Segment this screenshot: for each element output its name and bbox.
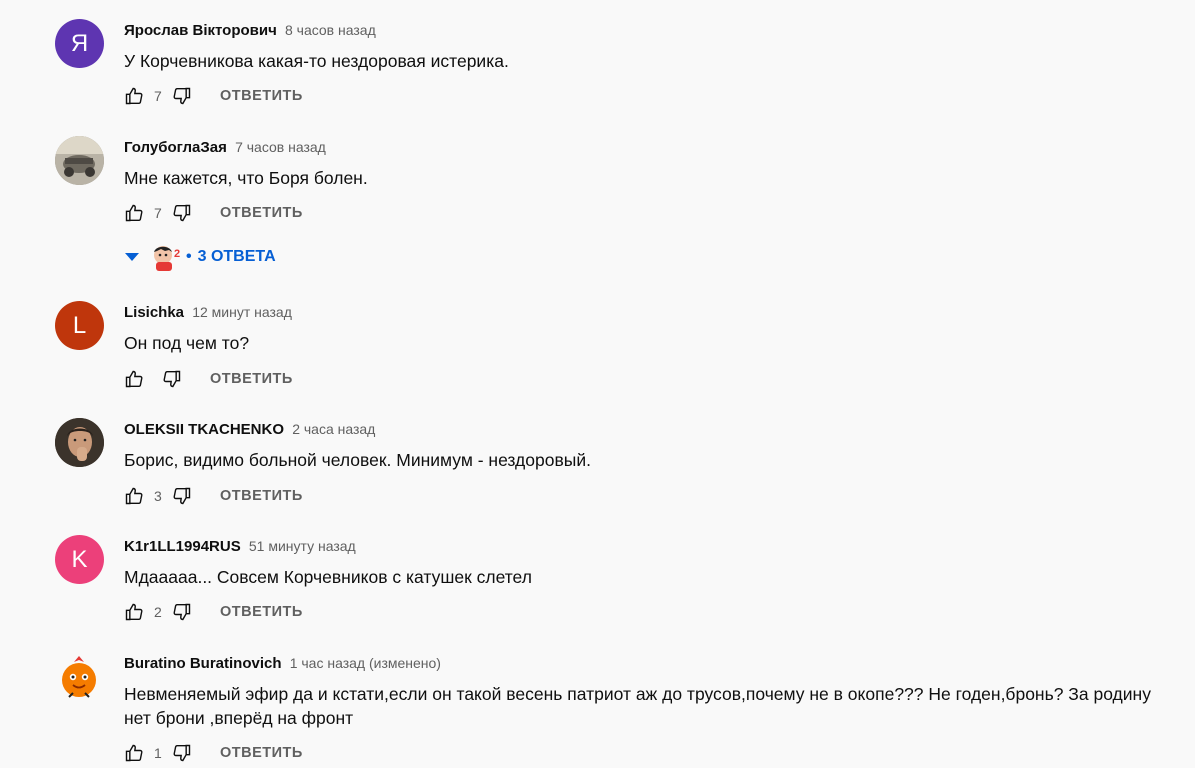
comment-header: Ярослав Вікторович 8 часов назад xyxy=(124,22,376,39)
thumb-up-icon xyxy=(125,370,143,388)
thumb-up-icon xyxy=(125,487,143,505)
avatar-letter: L xyxy=(72,311,87,339)
comment-header: ГолубоглаЗая 7 часов назад xyxy=(124,139,326,156)
like-count: 1 xyxy=(154,745,162,761)
comment-header: Buratino Buratinovich 1 час назад (измен… xyxy=(124,655,441,672)
like-count: 2 xyxy=(154,604,162,620)
dislike-button[interactable] xyxy=(172,86,192,106)
comment-actions: 3 ОТВЕТИТЬ xyxy=(124,484,303,508)
avatar-image xyxy=(55,418,104,467)
comment-author[interactable]: Buratino Buratinovich xyxy=(124,655,282,672)
comment-time[interactable]: 12 минут назад xyxy=(192,304,292,320)
dislike-button[interactable] xyxy=(172,203,192,223)
avatar-letter: Я xyxy=(70,29,89,57)
replies-label: 3 ОТВЕТА xyxy=(197,248,276,265)
avatar[interactable]: L xyxy=(55,301,104,350)
avatar[interactable] xyxy=(55,136,104,185)
thumb-up-icon xyxy=(125,744,143,762)
comment-text: Борис, видимо больной человек. Минимум -… xyxy=(124,450,591,470)
like-count: 3 xyxy=(154,488,162,504)
comment-actions: 2 ОТВЕТИТЬ xyxy=(124,600,303,624)
avatar[interactable] xyxy=(55,652,104,701)
thumb-up-icon xyxy=(125,204,143,222)
like-button[interactable] xyxy=(124,743,144,763)
thumb-down-icon xyxy=(173,487,191,505)
comment-text: Мне кажется, что Боря болен. xyxy=(124,168,368,188)
dislike-button[interactable] xyxy=(172,486,192,506)
comment-time[interactable]: 2 часа назад xyxy=(292,421,375,437)
dislike-button[interactable] xyxy=(162,369,182,389)
comment-author[interactable]: ГолубоглаЗая xyxy=(124,139,227,156)
dislike-button[interactable] xyxy=(172,602,192,622)
replies-dot: • xyxy=(186,248,192,265)
comment-header: K1r1LL1994RUS 51 минуту назад xyxy=(124,538,356,555)
like-count: 7 xyxy=(154,205,162,221)
comment-text: Невменяемый эфир да и кстати,если он так… xyxy=(124,684,1151,728)
comment-time[interactable]: 1 час назад (изменено) xyxy=(290,655,441,671)
comment-actions: 7 ОТВЕТИТЬ xyxy=(124,201,303,225)
chevron-down-icon xyxy=(125,253,139,261)
thumb-down-icon xyxy=(163,370,181,388)
comment-header: OLEKSII TKACHENKO 2 часа назад xyxy=(124,421,375,438)
avatar-image xyxy=(55,136,104,185)
avatar-letter: K xyxy=(71,545,88,573)
comment-time[interactable]: 8 часов назад xyxy=(285,22,376,38)
comment-actions: 7 ОТВЕТИТЬ xyxy=(124,84,303,108)
reply-button[interactable]: ОТВЕТИТЬ xyxy=(210,371,293,387)
reply-button[interactable]: ОТВЕТИТЬ xyxy=(220,88,303,104)
thumb-down-icon xyxy=(173,744,191,762)
thumb-down-icon xyxy=(173,603,191,621)
comment-time[interactable]: 7 часов назад xyxy=(235,139,326,155)
comment-actions: 1 ОТВЕТИТЬ xyxy=(124,741,303,765)
svg-text:2: 2 xyxy=(174,248,180,260)
thumb-down-icon xyxy=(173,204,191,222)
comment-author[interactable]: OLEKSII TKACHENKO xyxy=(124,421,284,438)
comment-actions: ОТВЕТИТЬ xyxy=(124,367,293,391)
like-button[interactable] xyxy=(124,369,144,389)
like-button[interactable] xyxy=(124,602,144,622)
thumb-up-icon xyxy=(125,87,143,105)
view-replies-button[interactable]: 2 • 3 ОТВЕТА xyxy=(124,241,276,273)
dislike-button[interactable] xyxy=(172,743,192,763)
reply-button[interactable]: ОТВЕТИТЬ xyxy=(220,488,303,504)
reply-button[interactable]: ОТВЕТИТЬ xyxy=(220,205,303,221)
like-count: 7 xyxy=(154,88,162,104)
comment-author[interactable]: Lisichka xyxy=(124,304,184,321)
avatar[interactable] xyxy=(55,418,104,467)
comment-header: Lisichka 12 минут назад xyxy=(124,304,292,321)
reply-button[interactable]: ОТВЕТИТЬ xyxy=(220,745,303,761)
comment-text: Он под чем то? xyxy=(124,333,250,353)
comment-author[interactable]: K1r1LL1994RUS xyxy=(124,538,241,555)
like-button[interactable] xyxy=(124,486,144,506)
like-button[interactable] xyxy=(124,86,144,106)
avatar[interactable]: Я xyxy=(55,19,104,68)
reply-button[interactable]: ОТВЕТИТЬ xyxy=(220,604,303,620)
comment-text: Мдааааа... Совсем Корчевников с катушек … xyxy=(124,567,532,587)
like-button[interactable] xyxy=(124,203,144,223)
avatar-image xyxy=(55,652,104,701)
comment-author[interactable]: Ярослав Вікторович xyxy=(124,22,277,39)
thumb-up-icon xyxy=(125,603,143,621)
creator-avatar-icon: 2 xyxy=(154,246,180,271)
thumb-down-icon xyxy=(173,87,191,105)
comment-text: У Корчевникова какая-то нездоровая истер… xyxy=(124,51,509,71)
comment-time[interactable]: 51 минуту назад xyxy=(249,538,356,554)
avatar[interactable]: K xyxy=(55,535,104,584)
